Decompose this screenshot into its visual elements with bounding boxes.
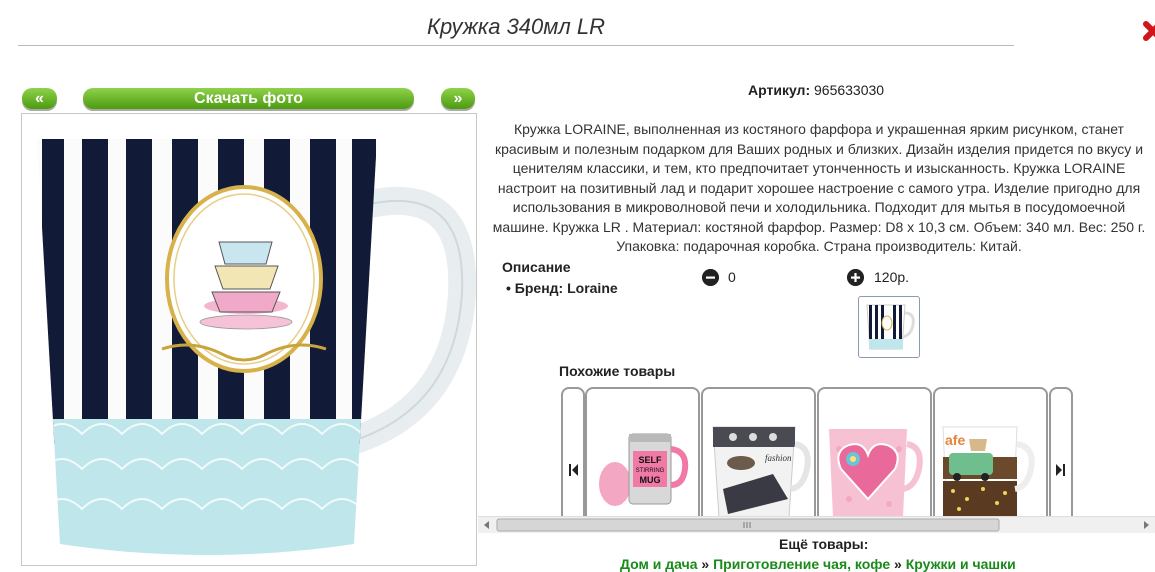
brand-item: • Бренд: Loraine <box>506 280 618 296</box>
svg-text:SELF: SELF <box>638 455 662 465</box>
svg-text:STIRRING: STIRRING <box>636 468 665 474</box>
product-description: Кружка LORAINE, выполненная из костяного… <box>492 121 1146 254</box>
svg-text:fashion: fashion <box>765 453 792 463</box>
description-heading: Описание <box>502 259 571 275</box>
prev-photo-button[interactable]: « <box>22 88 57 109</box>
download-photo-button[interactable]: Скачать фото <box>83 88 414 109</box>
quantity-value: 0 <box>728 269 736 285</box>
skip-back-icon <box>569 464 578 476</box>
cafe-car-mug-image: afe <box>942 426 1035 518</box>
heart-mug-image <box>829 429 923 517</box>
page-title: Кружка 340мл LR <box>426 14 606 39</box>
similar-products-heading: Похожие товары <box>559 363 676 379</box>
close-icon[interactable] <box>1140 18 1155 52</box>
photo-thumbnail[interactable] <box>858 296 920 358</box>
horizontal-scrollbar[interactable] <box>478 516 1155 533</box>
carousel-prev-button[interactable] <box>561 387 585 519</box>
article-value: 965633030 <box>814 82 885 98</box>
carousel-next-button[interactable] <box>1049 387 1073 519</box>
similar-card-cafe-car-mug[interactable]: afe <box>933 387 1048 519</box>
more-products-heading: Ещё товары: <box>779 536 869 552</box>
next-photo-button[interactable]: » <box>441 88 475 109</box>
self-stirring-mug-image: SELF STIRRING MUG <box>599 433 689 506</box>
svg-text:afe: afe <box>945 432 965 448</box>
increase-quantity-icon[interactable] <box>847 269 864 286</box>
similar-card-fashion-mug[interactable]: fashion <box>701 387 816 519</box>
fashion-mug-image: fashion <box>712 426 811 518</box>
similar-card-self-stirring-mug[interactable]: SELF STIRRING MUG <box>585 387 700 519</box>
decrease-quantity-icon[interactable] <box>702 269 719 286</box>
similar-card-heart-mug[interactable] <box>817 387 932 519</box>
article-number: Артикул: 965633030 <box>748 82 884 98</box>
scrollbar-track <box>484 518 1149 532</box>
mug-image <box>37 139 476 555</box>
article-label: Артикул: <box>748 82 811 98</box>
mug-thumbnail-image <box>866 304 915 350</box>
product-photo[interactable] <box>21 113 477 566</box>
price: 120р. <box>874 269 910 285</box>
brand-text: Бренд: Loraine <box>514 280 618 296</box>
title-divider <box>18 45 1014 46</box>
svg-text:MUG: MUG <box>640 475 661 485</box>
skip-forward-icon <box>1056 464 1065 476</box>
